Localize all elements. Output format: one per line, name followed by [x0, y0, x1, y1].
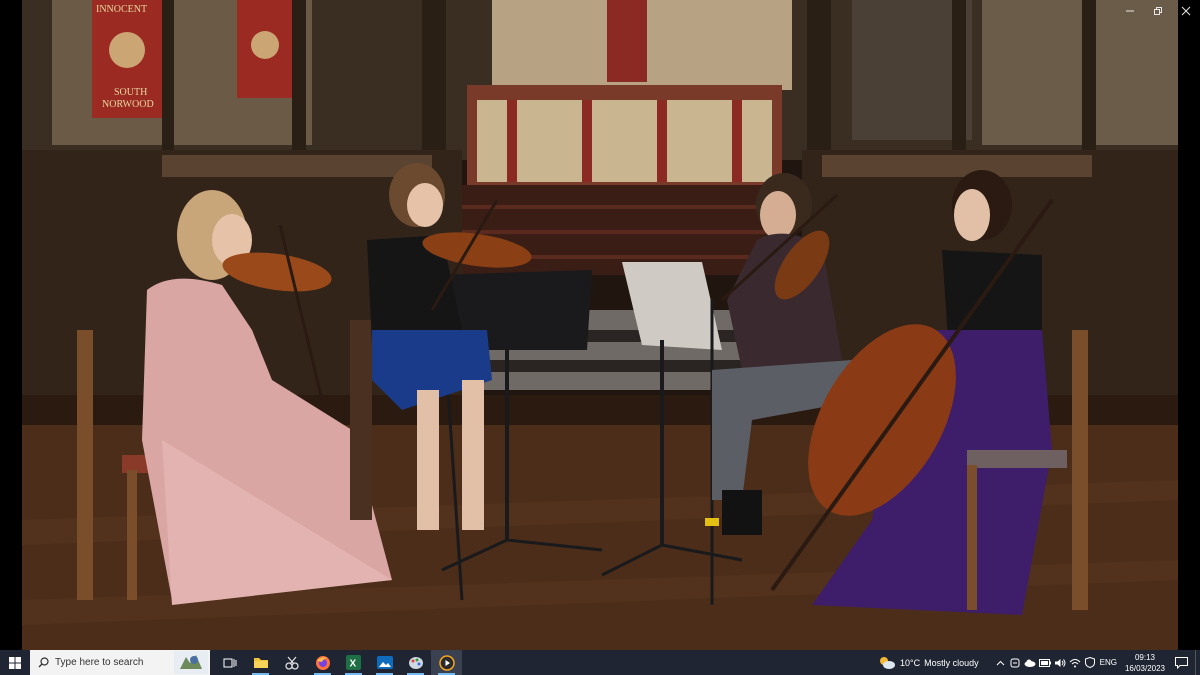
- taskbar-search-box[interactable]: Type here to search: [30, 650, 210, 675]
- weather-description: Mostly cloudy: [924, 657, 979, 668]
- wifi-icon: [1069, 658, 1081, 667]
- cloud-icon: [1024, 659, 1036, 667]
- window-controls: [1116, 4, 1200, 18]
- excel-button[interactable]: X: [338, 650, 369, 675]
- banner-left-line2: SOUTH: [114, 87, 147, 98]
- video-player[interactable]: INNOCENT SOUTH NORWOOD: [0, 0, 1200, 650]
- excel-icon: X: [346, 655, 361, 670]
- tray-icon-security[interactable]: [1083, 650, 1098, 675]
- notification-center-button[interactable]: [1167, 650, 1195, 675]
- tray-icon-volume[interactable]: [1053, 650, 1068, 675]
- close-button[interactable]: [1172, 4, 1200, 18]
- minimize-icon: [1126, 10, 1134, 12]
- chevron-up-icon: [996, 660, 1005, 665]
- shield-icon: [1085, 657, 1096, 668]
- weather-widget[interactable]: 10°C Mostly cloudy: [878, 656, 979, 670]
- banner-left-line1: INNOCENT: [96, 4, 147, 15]
- paint-icon: [408, 656, 423, 669]
- restore-icon: [1154, 7, 1162, 16]
- windows-logo-icon: [9, 656, 21, 669]
- minimize-button[interactable]: [1116, 4, 1144, 18]
- weather-temperature: 10°C: [900, 657, 921, 668]
- tray-icon-onedrive[interactable]: [1023, 650, 1038, 675]
- file-explorer-button[interactable]: [245, 650, 276, 675]
- play-icon: [438, 654, 455, 671]
- search-placeholder: Type here to search: [55, 657, 144, 668]
- clock-time: 09:13: [1134, 652, 1156, 662]
- firefox-icon: [315, 655, 330, 670]
- show-hidden-icons-button[interactable]: [993, 650, 1008, 675]
- search-icon: [38, 657, 49, 668]
- input-language-indicator[interactable]: ENG: [1100, 658, 1117, 667]
- snip-icon: [284, 656, 299, 670]
- snipping-tool-button[interactable]: [276, 650, 307, 675]
- clock-date: 16/03/2023: [1124, 663, 1166, 673]
- task-view-icon: [223, 658, 236, 667]
- concert-video-scene: INNOCENT SOUTH NORWOOD: [22, 0, 1178, 650]
- start-button[interactable]: [0, 650, 30, 675]
- paint-button[interactable]: [400, 650, 431, 675]
- taskbar-pinned-apps: X: [214, 650, 462, 675]
- link-icon: [1010, 658, 1020, 667]
- taskbar-clock[interactable]: 09:13 16/03/2023: [1123, 652, 1167, 674]
- banner-left-line3: NORWOOD: [102, 99, 154, 110]
- tray-icon-battery[interactable]: [1038, 650, 1053, 675]
- tray-icon-network[interactable]: [1068, 650, 1083, 675]
- firefox-button[interactable]: [307, 650, 338, 675]
- battery-icon: [1039, 658, 1052, 667]
- restore-button[interactable]: [1144, 4, 1172, 18]
- photos-button[interactable]: [369, 650, 400, 675]
- task-view-button[interactable]: [214, 650, 245, 675]
- taskbar: Type here to search X 10°C Mostly cloudy…: [0, 650, 1200, 675]
- cloudy-weather-icon: [880, 656, 896, 669]
- speaker-icon: [1055, 658, 1066, 667]
- media-player-button[interactable]: [431, 650, 462, 675]
- svg-text:X: X: [350, 659, 357, 670]
- system-tray: 10°C Mostly cloudy ENG 09:13 16/03/2023: [878, 650, 1200, 675]
- photos-icon: [376, 656, 393, 669]
- tray-icon-link[interactable]: [1008, 650, 1023, 675]
- show-desktop-button[interactable]: [1195, 650, 1200, 675]
- video-frame[interactable]: INNOCENT SOUTH NORWOOD: [22, 0, 1178, 650]
- close-icon: [1181, 6, 1191, 16]
- search-highlight-icon: [174, 651, 208, 674]
- folder-icon: [253, 658, 268, 668]
- notification-icon: [1174, 656, 1188, 669]
